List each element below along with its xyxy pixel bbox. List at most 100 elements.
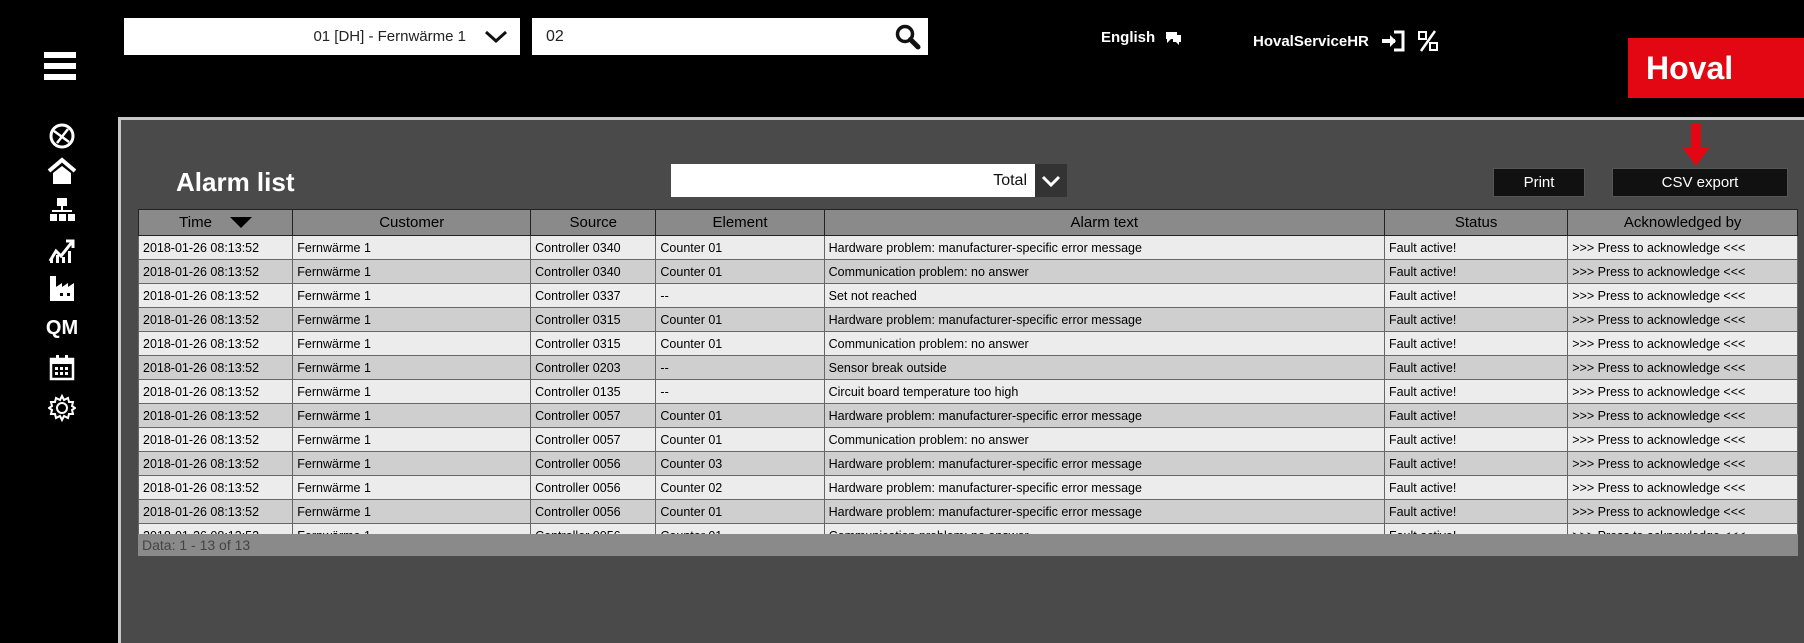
source-cell: Controller 0056 <box>530 475 657 500</box>
customer-cell: Fernwärme 1 <box>292 259 532 284</box>
acknowledge-cell[interactable]: >>> Press to acknowledge <<< <box>1567 259 1798 284</box>
source-cell: Controller 0056 <box>530 499 657 524</box>
column-header-alarm-text[interactable]: Alarm text <box>823 209 1385 236</box>
alarm-text-cell: Set not reached <box>823 283 1385 308</box>
column-header-source[interactable]: Source <box>530 209 657 236</box>
element-cell: -- <box>655 283 825 308</box>
search-value: 02 <box>546 27 564 45</box>
acknowledge-cell[interactable]: >>> Press to acknowledge <<< <box>1567 379 1798 404</box>
acknowledge-cell[interactable]: >>> Press to acknowledge <<< <box>1567 283 1798 308</box>
table-row[interactable]: 2018-01-26 08:13:52Fernwärme 1Controller… <box>137 475 1798 500</box>
time-cell: 2018-01-26 08:13:52 <box>137 331 294 356</box>
alarm-text-cell: Communication problem: no answer <box>823 427 1385 452</box>
source-cell: Controller 0057 <box>530 427 657 452</box>
acknowledge-cell[interactable]: >>> Press to acknowledge <<< <box>1567 403 1798 428</box>
search-input[interactable]: 02 <box>532 18 928 55</box>
acknowledge-cell[interactable]: >>> Press to acknowledge <<< <box>1567 451 1798 476</box>
search-icon[interactable] <box>888 18 928 55</box>
status-cell: Fault active! <box>1383 403 1569 428</box>
customer-cell: Fernwärme 1 <box>292 403 532 428</box>
table-row[interactable]: 2018-01-26 08:13:52Fernwärme 1Controller… <box>137 283 1798 308</box>
table-row[interactable]: 2018-01-26 08:13:52Fernwärme 1Controller… <box>137 403 1798 428</box>
status-cell: Fault active! <box>1383 451 1569 476</box>
customer-cell: Fernwärme 1 <box>292 427 532 452</box>
customer-cell: Fernwärme 1 <box>292 331 532 356</box>
element-cell: Counter 01 <box>655 403 825 428</box>
status-cell: Fault active! <box>1383 475 1569 500</box>
chevron-down-icon <box>484 30 508 43</box>
time-cell: 2018-01-26 08:13:52 <box>137 451 294 476</box>
time-cell: 2018-01-26 08:13:52 <box>137 475 294 500</box>
nav-qm[interactable]: QM <box>44 310 80 346</box>
chart-icon[interactable] <box>44 232 80 268</box>
alarm-text-cell: Hardware problem: manufacturer-specific … <box>823 499 1385 524</box>
status-cell: Fault active! <box>1383 499 1569 524</box>
element-cell: Counter 03 <box>655 451 825 476</box>
customer-cell: Fernwärme 1 <box>292 475 532 500</box>
time-cell: 2018-01-26 08:13:52 <box>137 355 294 380</box>
print-button[interactable]: Print <box>1493 168 1585 197</box>
column-header-status[interactable]: Status <box>1383 209 1569 236</box>
acknowledge-cell[interactable]: >>> Press to acknowledge <<< <box>1567 331 1798 356</box>
time-cell: 2018-01-26 08:13:52 <box>137 379 294 404</box>
column-header-element[interactable]: Element <box>655 209 825 236</box>
column-header-customer[interactable]: Customer <box>292 209 532 236</box>
alarm-table-body: 2018-01-26 08:13:52 Fernwärme 1 Controller… <box>137 235 1798 548</box>
table-row[interactable]: 2018-01-26 08:13:52Fernwärme 1Controller… <box>137 499 1798 524</box>
chevron-down-icon[interactable] <box>1035 164 1067 197</box>
user-area: HovalServiceHR <box>1253 29 1439 53</box>
time-cell: 2018-01-26 08:13:52 <box>137 307 294 332</box>
language-selector[interactable]: English <box>1101 29 1183 46</box>
acknowledge-cell[interactable]: >>> Press to acknowledge <<< <box>1567 307 1798 332</box>
customer-cell: Fernwärme 1 <box>292 355 532 380</box>
status-cell: Fault active! <box>1383 307 1569 332</box>
table-row[interactable]: 2018-01-26 08:13:52Fernwärme 1Controller… <box>137 307 1798 332</box>
acknowledge-cell[interactable]: >>> Press to acknowledge <<< <box>1567 427 1798 452</box>
status-cell: Fault active! <box>1383 355 1569 380</box>
element-cell: -- <box>655 355 825 380</box>
acknowledge-cell[interactable]: >>> Press to acknowledge <<< <box>1567 355 1798 380</box>
table-row[interactable]: 2018-01-26 08:13:52Fernwärme 1Controller… <box>137 331 1798 356</box>
acknowledge-cell[interactable]: >>> Press to acknowledge <<< <box>1567 235 1798 260</box>
source-cell: Controller 0057 <box>530 403 657 428</box>
element-cell: Counter 01 <box>655 427 825 452</box>
alarm-text-cell: Sensor break outside <box>823 355 1385 380</box>
settings-icon[interactable] <box>44 390 80 426</box>
csv-export-button[interactable]: CSV export <box>1612 168 1788 197</box>
status-cell: Fault active! <box>1383 283 1569 308</box>
language-label: English <box>1101 29 1156 46</box>
percent-icon[interactable] <box>1417 29 1439 53</box>
globe-icon[interactable] <box>44 118 80 154</box>
table-row[interactable]: 2018-01-26 08:13:52Fernwärme 1Controller… <box>137 355 1798 380</box>
customer-cell: Fernwärme 1 <box>292 283 532 308</box>
table-row[interactable]: 2018-01-26 08:13:52Fernwärme 1Controller… <box>137 427 1798 452</box>
element-cell: -- <box>655 379 825 404</box>
plant-select[interactable]: 01 [DH] - Fernwärme 1 <box>124 18 520 55</box>
source-cell: Controller 0056 <box>530 451 657 476</box>
hoval-logo: Hoval <box>1628 38 1804 98</box>
network-icon[interactable] <box>44 192 80 228</box>
username: HovalServiceHR <box>1253 32 1369 50</box>
element-cell: Counter 02 <box>655 475 825 500</box>
source-cell: Controller 0337 <box>530 283 657 308</box>
customer-cell: Fernwärme 1 <box>292 307 532 332</box>
plant-select-value: 01 [DH] - Fernwärme 1 <box>313 28 466 45</box>
time-cell: 2018-01-26 08:13:52 <box>137 283 294 308</box>
calendar-icon[interactable] <box>44 350 80 386</box>
table-row[interactable]: 2018-01-26 08:13:52Fernwärme 1Controller… <box>137 235 1798 260</box>
acknowledge-cell[interactable]: >>> Press to acknowledge <<< <box>1567 475 1798 500</box>
table-row[interactable]: 2018-01-26 08:13:52Fernwärme 1Controller… <box>137 259 1798 284</box>
table-row[interactable]: 2018-01-26 08:13:52Fernwärme 1Controller… <box>137 451 1798 476</box>
column-header-acknowledged-by[interactable]: Acknowledged by <box>1567 209 1798 236</box>
time-cell: 2018-01-26 08:13:52 <box>137 403 294 428</box>
factory-icon[interactable] <box>44 270 80 306</box>
table-row[interactable]: 2018-01-26 08:13:52Fernwärme 1Controller… <box>137 379 1798 404</box>
arrow-down-icon <box>1682 123 1710 166</box>
menu-icon[interactable] <box>44 52 76 84</box>
source-cell: Controller 0203 <box>530 355 657 380</box>
home-icon[interactable] <box>44 153 80 189</box>
alarm-filter-select[interactable]: Total <box>671 164 1067 197</box>
column-header-time[interactable]: Time <box>137 209 294 236</box>
logout-icon[interactable] <box>1381 30 1405 52</box>
acknowledge-cell[interactable]: >>> Press to acknowledge <<< <box>1567 499 1798 524</box>
